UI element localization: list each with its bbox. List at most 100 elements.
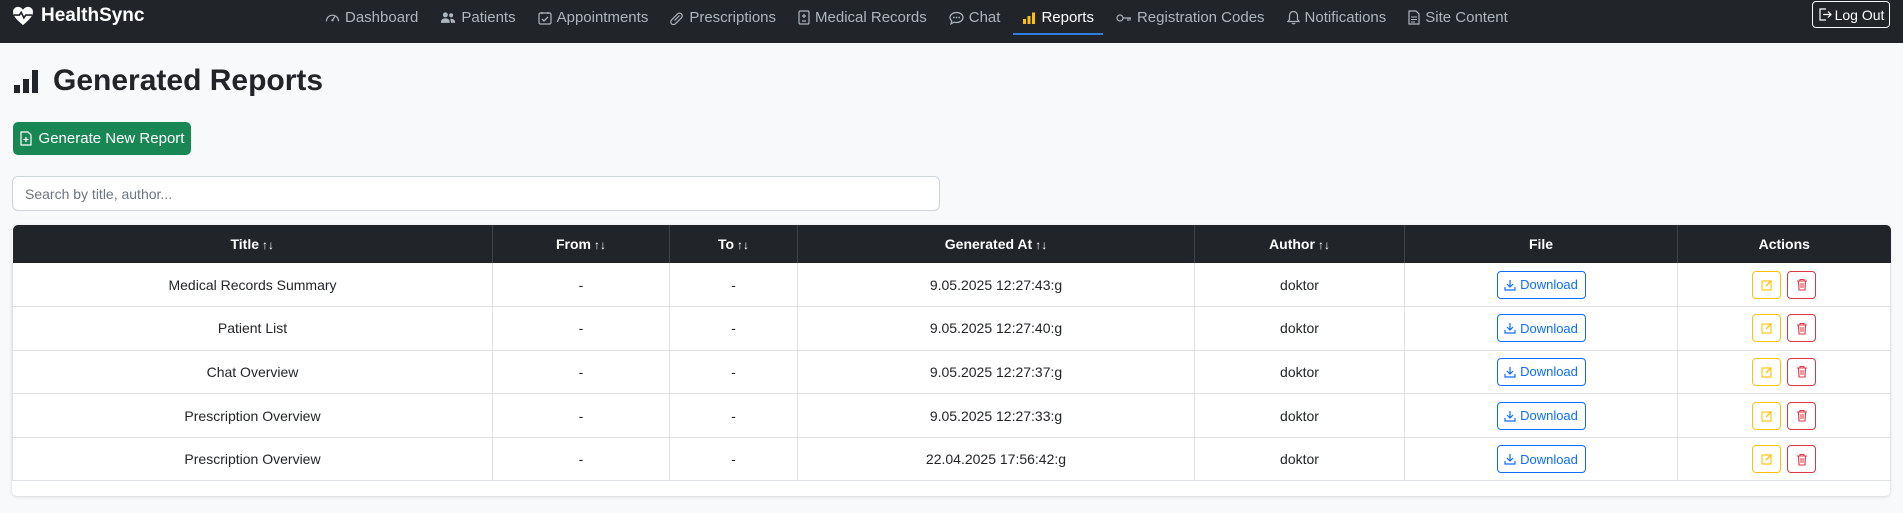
nav-item-registration-codes[interactable]: Registration Codes [1105, 0, 1276, 35]
nav-item-label: Notifications [1304, 9, 1387, 26]
download-icon [1504, 279, 1516, 291]
edit-button[interactable] [1752, 445, 1781, 474]
sort-icon: ↑↓ [1035, 238, 1048, 252]
download-button[interactable]: Download [1496, 270, 1586, 299]
cell-file: Download [1404, 437, 1678, 482]
edit-icon [1760, 454, 1772, 465]
trash-icon [1796, 410, 1807, 422]
search-input[interactable] [12, 176, 940, 211]
cell-to: - [669, 393, 798, 438]
reports-table: Title ↑↓ From ↑↓ To ↑↓ Generated At ↑↓ Autho… [12, 225, 1891, 482]
trash-icon [1796, 322, 1807, 335]
cell-title: Patient List [12, 306, 493, 351]
cell-generated-at: 9.05.2025 12:27:33:g [797, 393, 1195, 438]
top-navbar: HealthSync Dashboard Patients Appointmen… [0, 0, 1903, 43]
main-nav: Dashboard Patients Appointments Prescrip… [314, 0, 1519, 35]
nav-item-label: Site Content [1425, 9, 1508, 26]
edit-icon [1760, 323, 1772, 334]
column-header-to[interactable]: To ↑↓ [669, 225, 798, 263]
cell-generated-at: 9.05.2025 12:27:37:g [797, 350, 1195, 395]
download-icon [1504, 454, 1516, 465]
cell-title: Chat Overview [12, 350, 493, 395]
delete-button[interactable] [1787, 401, 1816, 430]
nav-item-label: Registration Codes [1136, 9, 1265, 26]
nav-item-label: Appointments [556, 9, 649, 26]
cell-generated-at: 9.05.2025 12:27:43:g [797, 263, 1195, 308]
cell-actions [1677, 437, 1891, 482]
calendar-check-icon [537, 11, 552, 25]
cell-actions [1677, 306, 1891, 351]
nav-item-patients[interactable]: Patients [429, 0, 526, 35]
chat-icon [949, 11, 964, 25]
nav-item-prescriptions[interactable]: Prescriptions [659, 0, 787, 35]
column-header-author[interactable]: Author ↑↓ [1194, 225, 1405, 263]
cell-to: - [669, 263, 798, 308]
cell-to: - [669, 306, 798, 351]
download-icon [1504, 366, 1516, 378]
cell-author: doktor [1194, 393, 1405, 438]
cell-from: - [492, 437, 670, 482]
nav-item-label: Medical Records [815, 9, 927, 26]
cell-author: doktor [1194, 306, 1405, 351]
download-button[interactable]: Download [1496, 357, 1586, 386]
bar-chart-icon [14, 70, 38, 93]
generate-report-button[interactable]: Generate New Report [13, 122, 191, 155]
bar-chart-icon [1023, 12, 1036, 24]
cell-author: doktor [1194, 350, 1405, 395]
cell-from: - [492, 263, 670, 308]
nav-item-label: Patients [461, 9, 516, 26]
cell-file: Download [1404, 306, 1678, 351]
file-plus-icon [19, 131, 32, 146]
edit-button[interactable] [1752, 401, 1781, 430]
capsule-icon [670, 12, 684, 25]
logout-label: Log Out [1834, 6, 1885, 23]
bell-icon [1286, 10, 1300, 25]
cell-from: - [492, 306, 670, 351]
edit-icon [1760, 410, 1772, 422]
cell-actions [1677, 350, 1891, 395]
cell-title: Medical Records Summary [12, 263, 493, 308]
column-header-from[interactable]: From ↑↓ [492, 225, 670, 263]
table-row: Patient List - - 9.05.2025 12:27:40:g do… [12, 306, 1891, 351]
cell-author: doktor [1194, 263, 1405, 308]
download-button[interactable]: Download [1496, 401, 1586, 430]
nav-item-reports[interactable]: Reports [1011, 0, 1105, 35]
page-title: Generated Reports [13, 64, 323, 98]
edit-icon [1760, 367, 1772, 378]
key-icon [1116, 13, 1131, 22]
file-text-icon [1408, 10, 1420, 25]
download-button[interactable]: Download [1496, 314, 1586, 343]
sort-icon: ↑↓ [1317, 238, 1330, 252]
nav-item-chat[interactable]: Chat [938, 0, 1012, 35]
nav-item-appointments[interactable]: Appointments [527, 0, 660, 35]
delete-button[interactable] [1787, 270, 1816, 299]
nav-item-medical-records[interactable]: Medical Records [787, 0, 938, 35]
page-title-text: Generated Reports [53, 64, 324, 97]
edit-button[interactable] [1752, 270, 1781, 299]
trash-icon [1796, 278, 1807, 291]
delete-button[interactable] [1787, 357, 1816, 386]
trash-icon [1796, 453, 1807, 466]
edit-button[interactable] [1752, 314, 1781, 343]
edit-icon [1760, 279, 1772, 291]
nav-item-site-content[interactable]: Site Content [1397, 0, 1519, 35]
heart-pulse-icon [13, 6, 33, 26]
nav-item-notifications[interactable]: Notifications [1276, 0, 1398, 35]
logout-button[interactable]: Log Out [1812, 1, 1890, 28]
download-button[interactable]: Download [1496, 445, 1586, 474]
edit-button[interactable] [1752, 357, 1781, 386]
table-row: Medical Records Summary - - 9.05.2025 12… [12, 263, 1891, 308]
brand-logo[interactable]: HealthSync [12, 3, 144, 29]
column-header-title[interactable]: Title ↑↓ [12, 225, 493, 263]
delete-button[interactable] [1787, 445, 1816, 474]
table-row: Prescription Overview - - 9.05.2025 12:2… [12, 393, 1891, 438]
delete-button[interactable] [1787, 314, 1816, 343]
cell-from: - [492, 393, 670, 438]
brand-name: HealthSync [41, 5, 145, 26]
cell-to: - [669, 350, 798, 395]
cell-file: Download [1404, 263, 1678, 308]
column-header-generated-at[interactable]: Generated At ↑↓ [797, 225, 1195, 263]
nav-item-dashboard[interactable]: Dashboard [314, 0, 429, 35]
cell-to: - [669, 437, 798, 482]
table-row: Prescription Overview - - 22.04.2025 17:… [12, 437, 1891, 482]
